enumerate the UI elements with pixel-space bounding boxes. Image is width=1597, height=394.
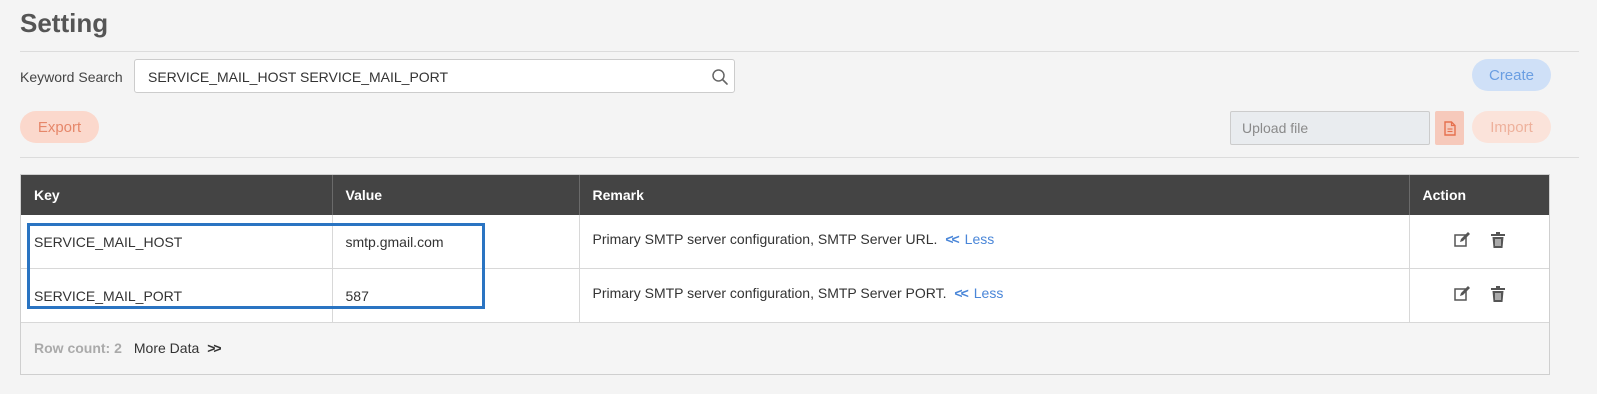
search-icon[interactable] [711,68,729,86]
create-button[interactable]: Create [1472,59,1551,91]
double-chevron-left-icon: << [954,284,968,301]
edit-icon[interactable] [1453,285,1471,303]
cell-key: SERVICE_MAIL_PORT [21,268,333,323]
more-data-label: More Data [133,339,200,356]
trash-icon[interactable] [1489,285,1507,303]
table-row[interactable]: SERVICE_MAIL_PORT 587 Primary SMTP serve… [21,268,1549,323]
less-link[interactable]: << Less [954,285,1003,301]
search-box[interactable] [134,59,735,94]
divider-top [20,51,1579,52]
cell-remark: Primary SMTP server configuration, SMTP … [579,268,1410,323]
table-footer: Row count: 2 More Data >> [21,321,1549,374]
search-label: Keyword Search [20,69,123,85]
double-chevron-right-icon: >> [207,339,221,356]
table-row[interactable]: SERVICE_MAIL_HOST smtp.gmail.com Primary… [21,215,1549,269]
cell-key: SERVICE_MAIL_HOST [21,215,333,269]
edit-icon[interactable] [1453,231,1471,249]
divider-middle [20,157,1579,158]
settings-table: Key Value Remark Action SERVICE_MAIL_HOS… [20,174,1550,375]
table-header-row: Key Value Remark Action [21,175,1549,215]
file-picker-button[interactable] [1435,111,1464,145]
upload-file-field[interactable]: Upload file [1230,111,1430,145]
double-chevron-left-icon: << [945,230,959,247]
cell-remark: Primary SMTP server configuration, SMTP … [579,215,1410,269]
column-header-key[interactable]: Key [21,175,333,215]
import-button[interactable]: Import [1472,111,1551,143]
cell-action [1409,215,1549,269]
cell-value: smtp.gmail.com [332,215,580,269]
file-icon [1443,120,1456,136]
trash-icon[interactable] [1489,231,1507,249]
cell-action [1409,268,1549,323]
page-title: Setting [20,8,109,38]
column-header-remark[interactable]: Remark [579,175,1410,215]
cell-value: 587 [332,268,580,323]
export-button[interactable]: Export [20,111,99,143]
less-link[interactable]: << Less [945,231,994,247]
row-count: Row count: 2 [34,339,122,356]
column-header-value[interactable]: Value [332,175,580,215]
more-data-button[interactable]: More Data >> [133,339,222,356]
search-input[interactable] [146,60,710,94]
column-header-action: Action [1409,175,1549,215]
remark-text: Primary SMTP server configuration, SMTP … [592,230,938,247]
remark-text: Primary SMTP server configuration, SMTP … [592,284,947,301]
